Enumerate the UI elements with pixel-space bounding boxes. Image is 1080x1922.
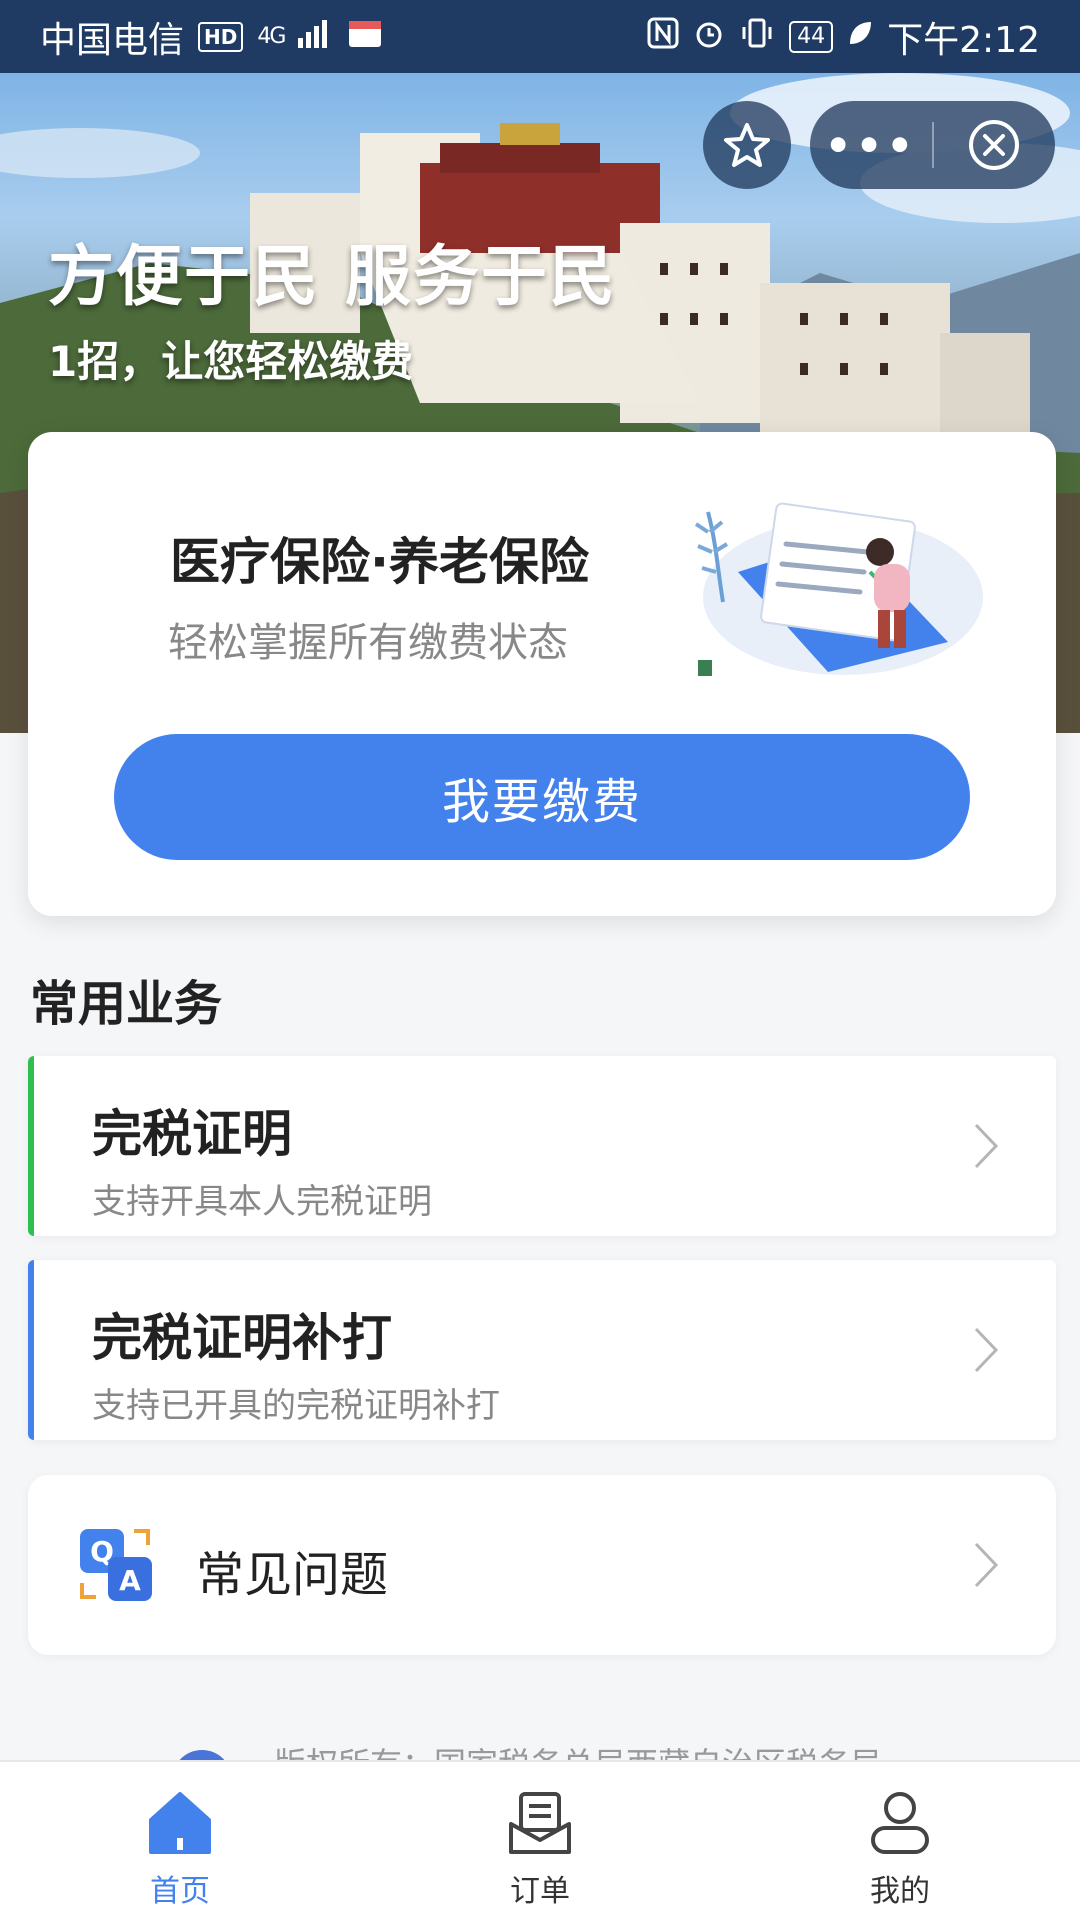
- signal-icon: [298, 16, 334, 57]
- faq-label: 常见问题: [196, 1547, 389, 1603]
- service-title: 完税证明补打: [92, 1309, 392, 1367]
- more-dots-icon: •••: [824, 120, 918, 170]
- status-bar-left: 中国电信 HD 4G: [40, 11, 382, 63]
- home-icon: [149, 1792, 211, 1854]
- document-illustration: [694, 502, 983, 676]
- tab-label: 首页: [150, 1874, 210, 1909]
- svg-text:A: A: [119, 1564, 141, 1597]
- payment-card-subtitle: 轻松掌握所有缴费状态: [168, 620, 568, 666]
- hd-badge: HD: [198, 21, 244, 52]
- close-circle-icon: [969, 120, 1019, 170]
- payment-card-title: 医疗保险·养老保险: [170, 533, 589, 591]
- vibrate-icon: [739, 17, 775, 57]
- tab-label: 订单: [510, 1874, 570, 1909]
- more-button[interactable]: •••: [810, 101, 932, 189]
- status-bar: 中国电信 HD 4G 44 下午2:12: [0, 0, 1080, 73]
- pay-button[interactable]: 我要缴费: [114, 734, 970, 860]
- payment-card: 医疗保险·养老保险 轻松掌握所有缴费状态 我要缴费: [28, 432, 1056, 916]
- tab-profile[interactable]: 我的: [720, 1762, 1080, 1922]
- profile-icon: [871, 1792, 929, 1854]
- banner-subtitle: 1招，让您轻松缴费: [48, 337, 414, 386]
- tab-orders[interactable]: 订单: [360, 1762, 720, 1922]
- chevron-right-icon: [974, 1123, 999, 1169]
- faq-entry[interactable]: Q A 常见问题: [28, 1475, 1056, 1655]
- carrier-name: 中国电信: [40, 19, 185, 61]
- leaf-icon: [847, 19, 873, 55]
- star-icon: [724, 123, 770, 167]
- service-tax-certificate[interactable]: 完税证明 支持开具本人完税证明: [28, 1056, 1056, 1236]
- service-description: 支持开具本人完税证明: [92, 1182, 432, 1222]
- copyright-footer: 版权所有：国家税务总局西藏自治区税务局: [0, 1742, 1080, 1762]
- status-bar-right: 44 下午2:12: [647, 11, 1040, 63]
- chevron-right-icon: [974, 1542, 999, 1588]
- service-tax-certificate-reprint[interactable]: 完税证明补打 支持已开具的完税证明补打: [28, 1260, 1056, 1440]
- order-icon: [509, 1792, 571, 1854]
- common-services-title: 常用业务: [30, 976, 223, 1032]
- close-button[interactable]: [934, 101, 1054, 189]
- service-accent-bar: [28, 1260, 34, 1440]
- mini-program-capsule: •••: [810, 101, 1055, 189]
- status-time: 下午2:12: [887, 19, 1040, 61]
- chevron-right-icon: [974, 1327, 999, 1373]
- battery-level: 44: [789, 20, 834, 53]
- service-description: 支持已开具的完税证明补打: [92, 1386, 500, 1426]
- nfc-icon: [647, 17, 679, 57]
- service-accent-bar: [28, 1056, 34, 1236]
- network-type: 4G: [257, 24, 286, 49]
- tab-home[interactable]: 首页: [0, 1762, 360, 1922]
- calendar-icon: [348, 16, 382, 57]
- tab-label: 我的: [870, 1874, 930, 1909]
- copyright-text: 版权所有：国家税务总局西藏自治区税务局: [274, 1742, 882, 1762]
- bottom-tab-bar: 首页 订单 我的: [0, 1760, 1080, 1922]
- alarm-icon: [693, 17, 725, 57]
- favorite-button[interactable]: [703, 101, 791, 189]
- qa-icon: Q A: [80, 1529, 152, 1601]
- banner-title: 方便于民 服务于民: [48, 238, 617, 315]
- service-title: 完税证明: [92, 1105, 292, 1163]
